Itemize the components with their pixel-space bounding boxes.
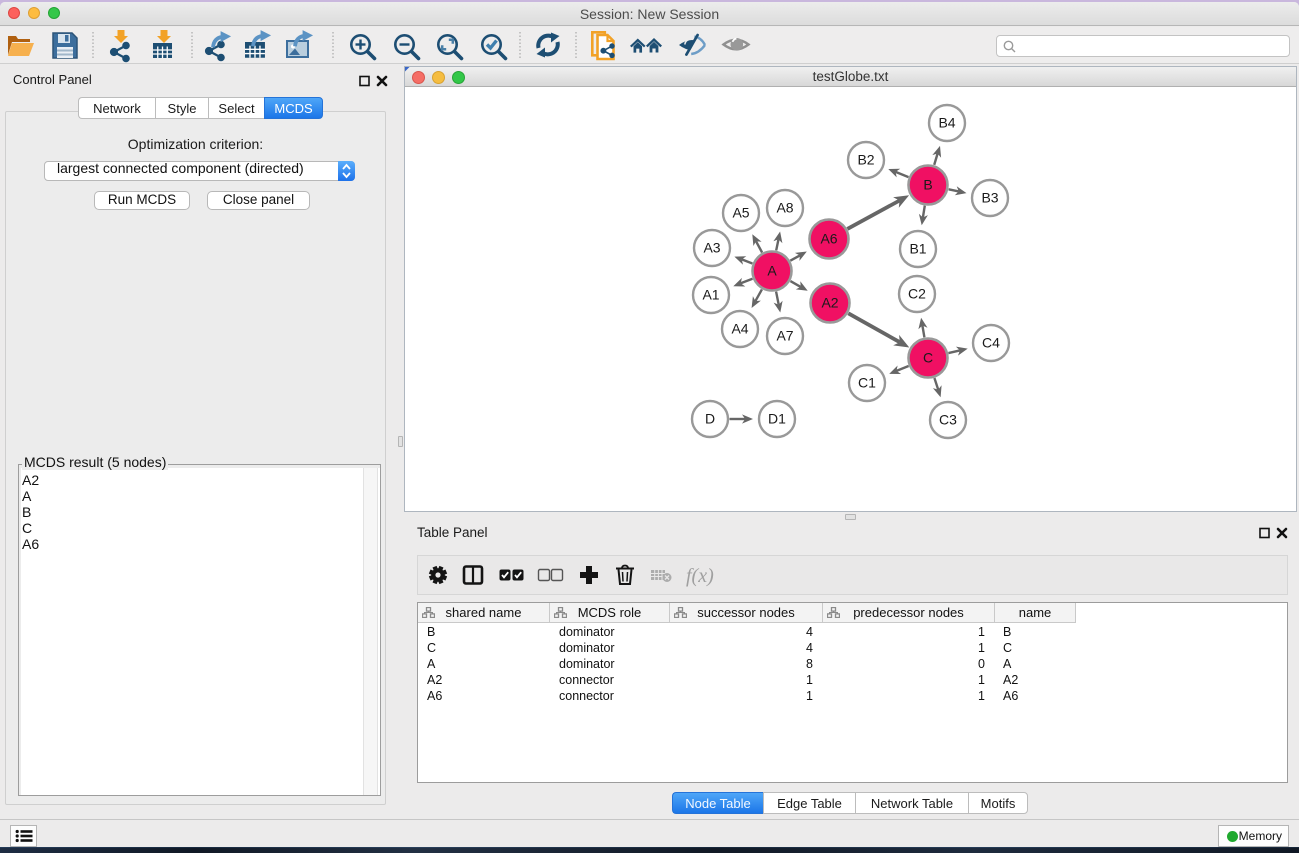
svg-text:f(x): f(x) xyxy=(686,565,714,587)
svg-text:A5: A5 xyxy=(732,205,749,221)
svg-text:A1: A1 xyxy=(702,287,719,303)
svg-text:A7: A7 xyxy=(776,328,793,344)
svg-text:A8: A8 xyxy=(776,200,793,216)
svg-text:B: B xyxy=(923,177,932,193)
svg-text:B3: B3 xyxy=(981,190,998,206)
svg-text:C1: C1 xyxy=(858,375,876,391)
svg-text:B4: B4 xyxy=(938,115,955,131)
svg-text:A6: A6 xyxy=(820,231,837,247)
svg-text:A3: A3 xyxy=(703,240,720,256)
svg-text:A4: A4 xyxy=(731,321,748,337)
svg-text:C: C xyxy=(923,350,933,366)
svg-text:C3: C3 xyxy=(939,412,957,428)
svg-text:A: A xyxy=(767,263,777,279)
svg-text:D: D xyxy=(705,411,715,427)
svg-text:C4: C4 xyxy=(982,335,1000,351)
svg-text:B2: B2 xyxy=(857,152,874,168)
svg-text:B1: B1 xyxy=(909,241,926,257)
svg-text:C2: C2 xyxy=(908,286,926,302)
svg-text:D1: D1 xyxy=(768,411,786,427)
svg-text:A2: A2 xyxy=(821,295,838,311)
